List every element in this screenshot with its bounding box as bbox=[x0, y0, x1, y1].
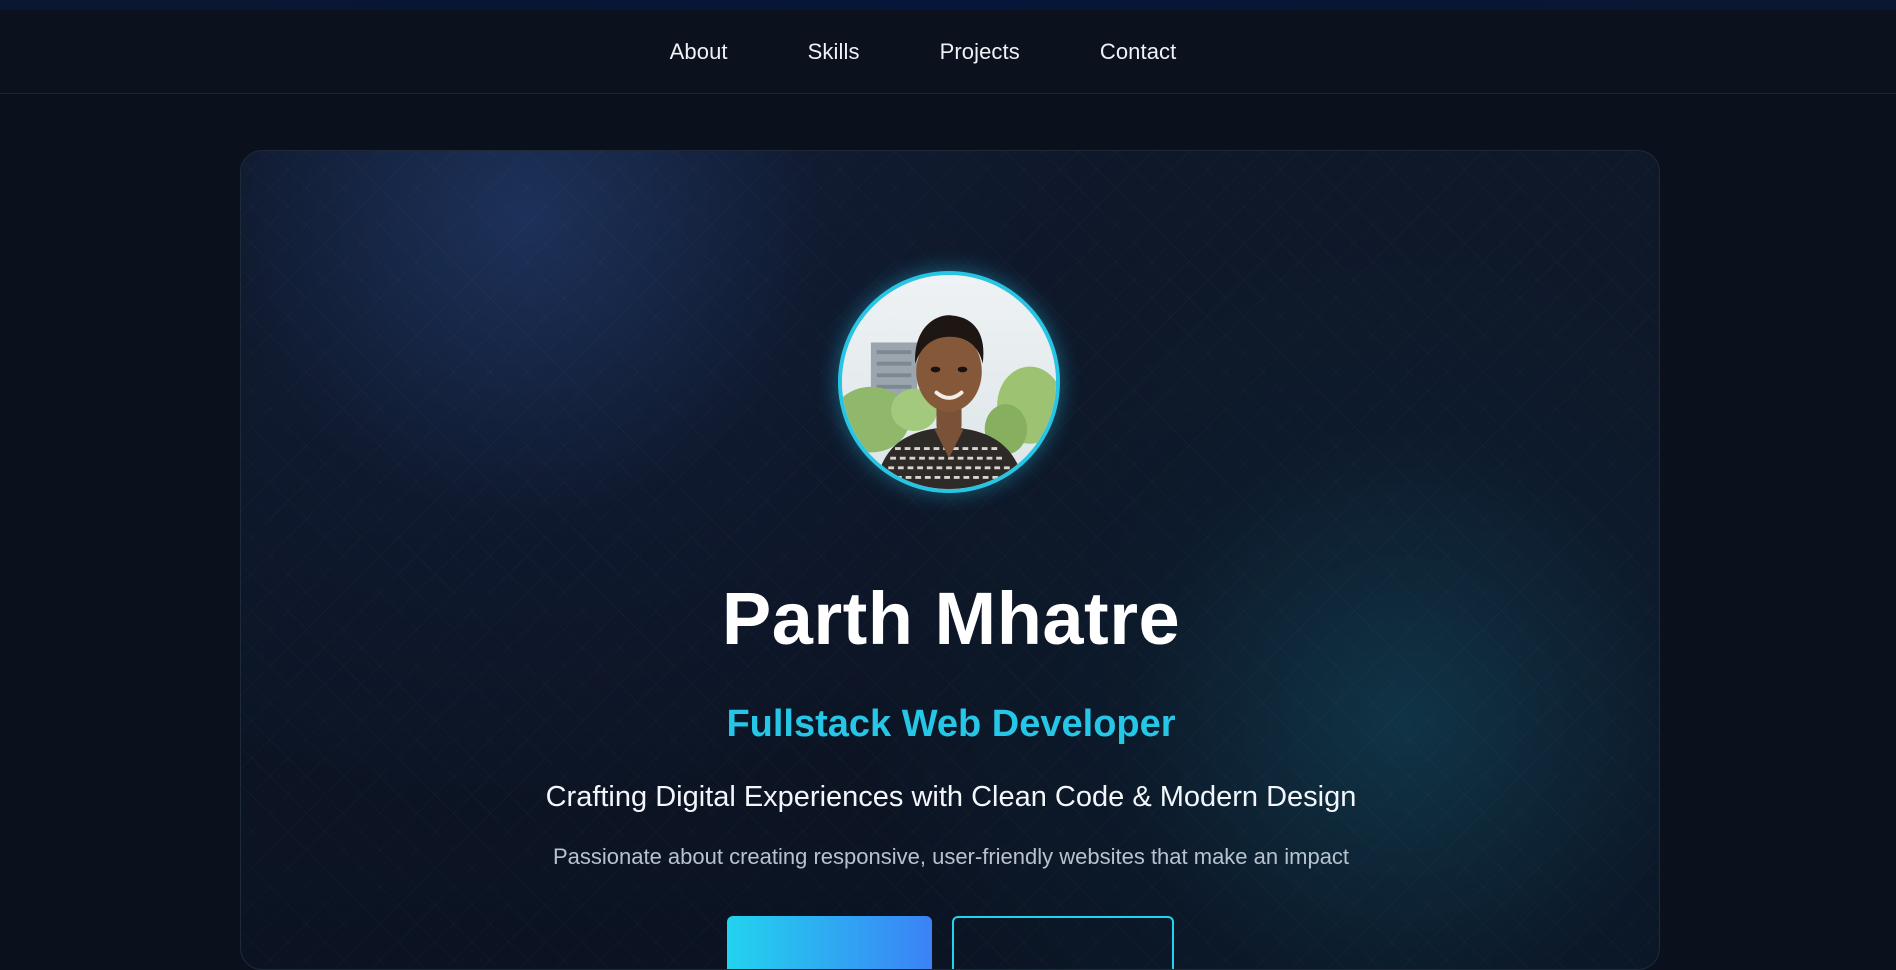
hero-role: Fullstack Web Developer bbox=[726, 703, 1176, 745]
nav-links: About Skills Projects Contact bbox=[670, 39, 1177, 65]
secondary-cta-button[interactable] bbox=[952, 916, 1174, 969]
nav-link-projects[interactable]: Projects bbox=[940, 39, 1020, 65]
top-accent-strip bbox=[0, 0, 1896, 10]
nav-link-contact[interactable]: Contact bbox=[1100, 39, 1177, 65]
primary-cta-button[interactable] bbox=[727, 916, 932, 969]
avatar-photo bbox=[842, 275, 1056, 489]
hero-tagline: Crafting Digital Experiences with Clean … bbox=[545, 781, 1357, 813]
nav-link-about[interactable]: About bbox=[670, 39, 728, 65]
hero-card: Parth Mhatre Fullstack Web Developer Cra… bbox=[240, 150, 1660, 970]
hero-description: Passionate about creating responsive, us… bbox=[552, 844, 1350, 869]
hero-name: Parth Mhatre bbox=[721, 577, 1181, 660]
nav-link-skills[interactable]: Skills bbox=[808, 39, 860, 65]
top-navbar: About Skills Projects Contact bbox=[0, 10, 1896, 94]
avatar bbox=[838, 271, 1060, 493]
